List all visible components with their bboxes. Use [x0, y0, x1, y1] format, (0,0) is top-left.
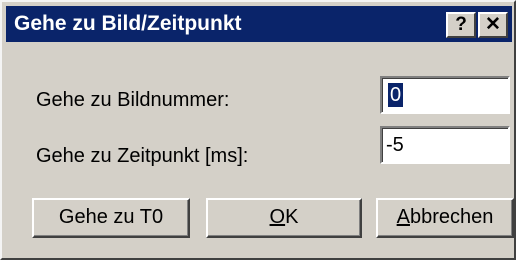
- ok-mnemonic: O: [269, 206, 286, 228]
- cancel-mnemonic: A: [396, 206, 410, 228]
- title-bar[interactable]: Gehe zu Bild/Zeitpunkt ? ✕: [6, 6, 512, 42]
- frame-number-label: Gehe zu Bildnummer:: [36, 89, 230, 111]
- close-icon: ✕: [485, 14, 501, 35]
- dialog-window: Gehe zu Bild/Zeitpunkt ? ✕ Gehe zu Bildn…: [0, 0, 516, 260]
- ok-label-rest: K: [285, 206, 299, 228]
- goto-t0-button[interactable]: Gehe zu T0: [32, 198, 190, 238]
- cancel-label-rest: bbrechen: [409, 206, 494, 228]
- help-button[interactable]: ?: [446, 12, 476, 38]
- frame-number-value[interactable]: 0: [388, 83, 404, 107]
- question-mark-icon: ?: [455, 14, 467, 35]
- ok-button[interactable]: OK: [206, 198, 362, 238]
- close-button[interactable]: ✕: [478, 12, 508, 38]
- dialog-title: Gehe zu Bild/Zeitpunkt: [14, 12, 242, 35]
- time-input[interactable]: [386, 131, 504, 159]
- cancel-button[interactable]: Abbrechen: [376, 198, 514, 238]
- frame-number-field[interactable]: 0: [380, 76, 510, 114]
- time-label: Gehe zu Zeitpunkt [ms]:: [36, 145, 249, 167]
- time-field[interactable]: [380, 126, 510, 164]
